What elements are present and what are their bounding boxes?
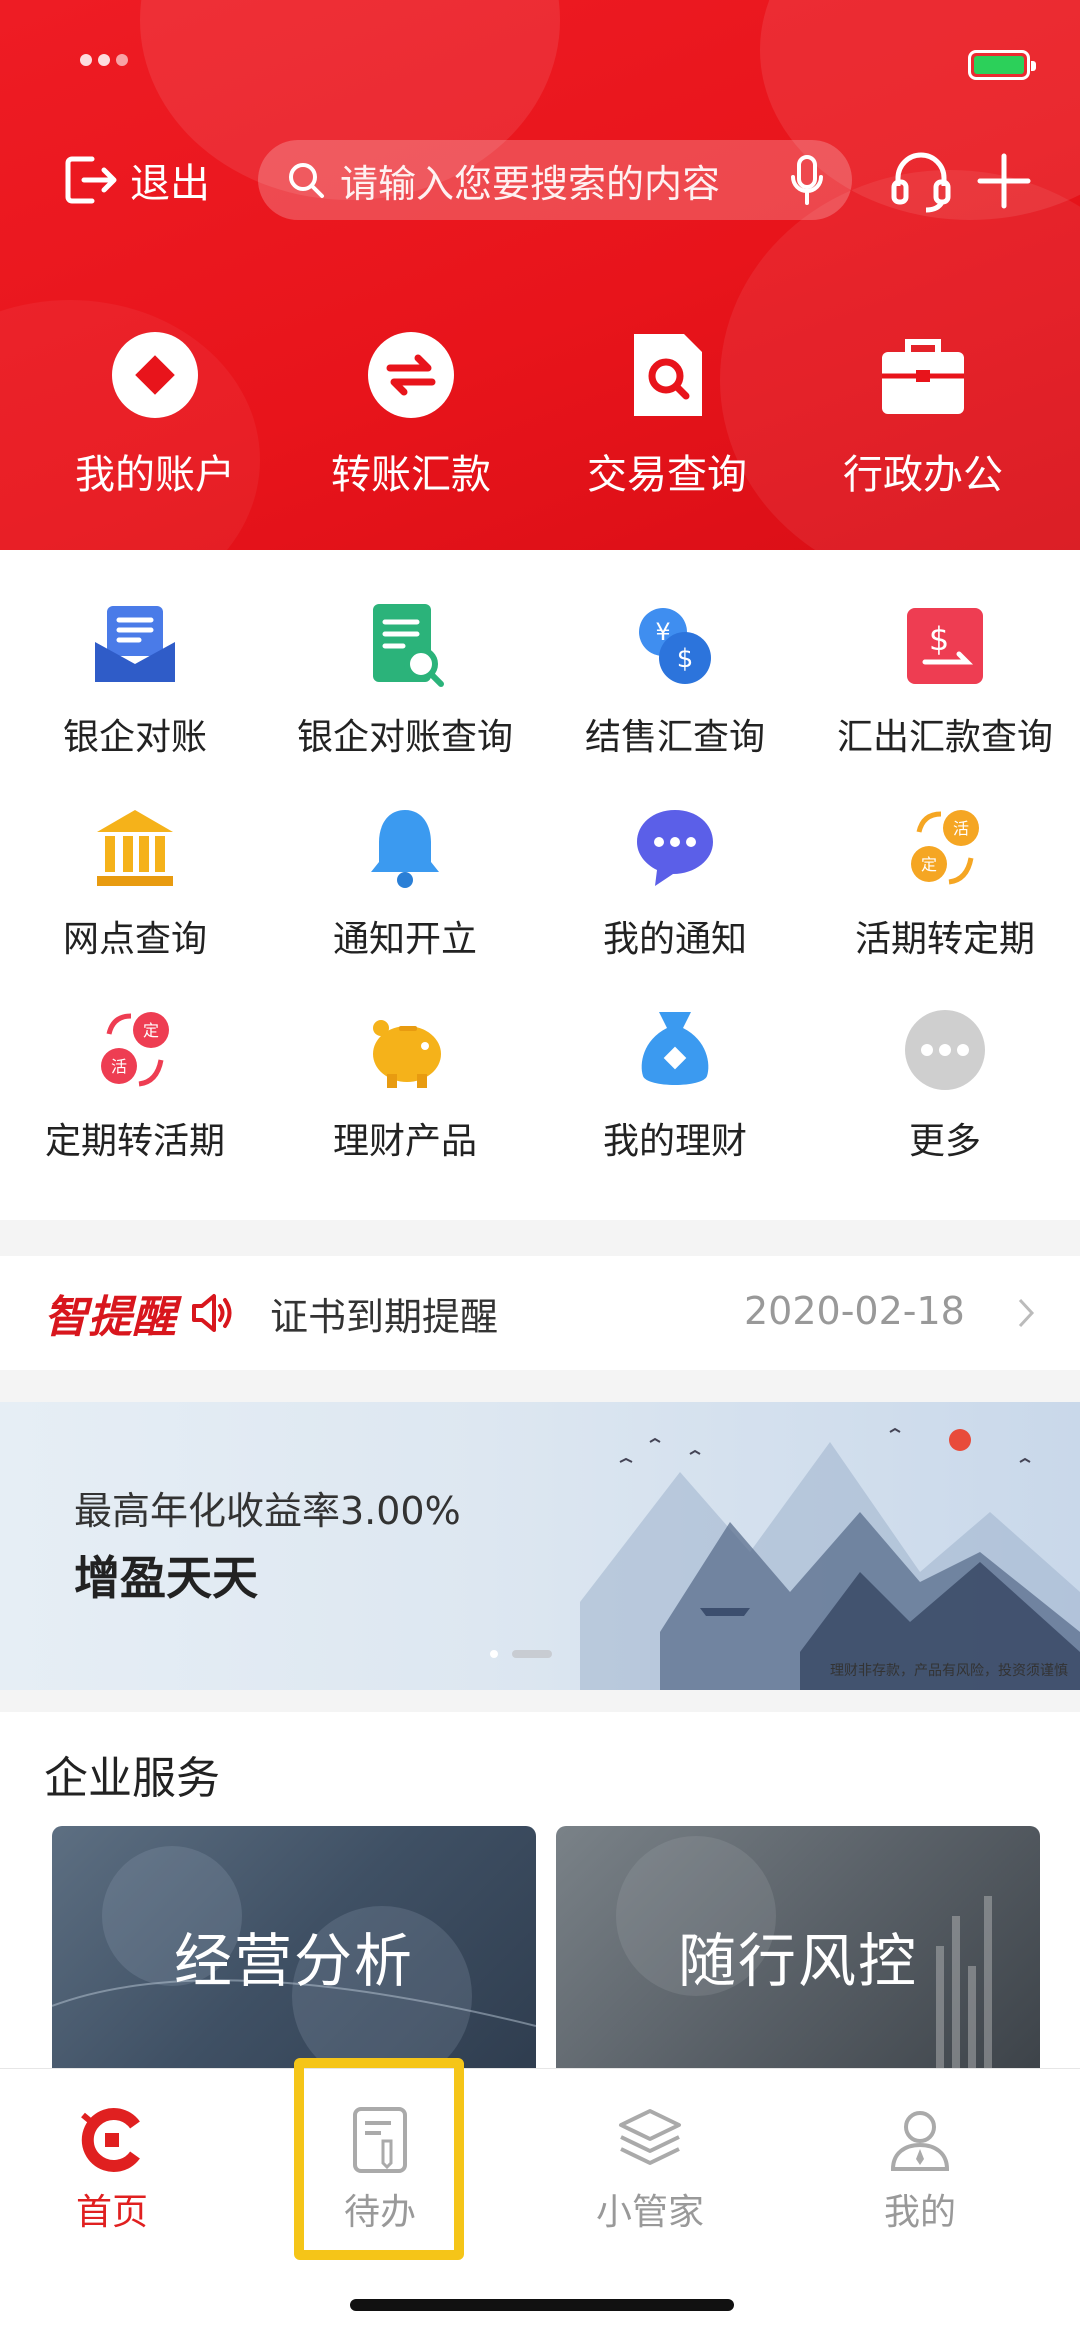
quick-label: 转账汇款 [331, 452, 491, 498]
quick-label: 交易查询 [587, 452, 747, 498]
exit-label: 退出 [130, 161, 210, 207]
quick-label: 我的账户 [75, 452, 235, 498]
microphone-icon[interactable] [790, 155, 824, 205]
svg-text:活: 活 [111, 1057, 127, 1076]
svg-text:¥: ¥ [655, 618, 670, 646]
bell-icon [359, 802, 451, 894]
chevron-right-icon [1018, 1298, 1035, 1328]
grid-item-fx-query[interactable]: ¥ $ 结售汇查询 [540, 600, 810, 760]
grid-item-label: 通知开立 [332, 919, 477, 960]
fixed-to-demand-icon: 定 活 [89, 1004, 181, 1096]
promo-banner[interactable]: 最高年化收益率3.00% 增盈天天 理财非存款，产品有风险，投资须谨慎 [0, 1402, 1080, 1690]
grid-item-bank-reconcile[interactable]: 银企对账 [0, 600, 270, 760]
card-label: 随行风控 [677, 1927, 918, 1995]
account-icon [110, 330, 200, 420]
reconcile-query-icon [359, 600, 451, 692]
section-title: 企业服务 [44, 1753, 220, 1804]
piggy-bank-icon [359, 1004, 451, 1096]
grid-item-branch[interactable]: 网点查询 [0, 802, 270, 962]
card-risk-control[interactable]: 随行风控 [556, 1826, 1040, 2072]
grid-item-label: 我的通知 [602, 919, 747, 960]
reminder-date: 2020-02-18 [744, 1289, 965, 1333]
smart-reminder-bar[interactable]: 智提醒 证书到期提醒 2020-02-18 [0, 1256, 1080, 1370]
transfer-icon [366, 330, 456, 420]
search-input[interactable]: 请输入您要搜索的内容 [258, 140, 852, 220]
status-bar-signal [78, 48, 138, 72]
grid-item-label: 理财产品 [332, 1121, 477, 1162]
outward-remit-icon: $ [899, 600, 991, 692]
briefcase-icon [878, 330, 968, 420]
bank-reconcile-icon [89, 600, 181, 692]
grid-item-label: 银企对账 [62, 717, 207, 758]
tab-label: 我的 [883, 2192, 956, 2233]
fx-query-icon: ¥ $ [629, 600, 721, 692]
grid-item-reconcile-query[interactable]: 银企对账查询 [270, 600, 540, 760]
tab-assistant[interactable]: 小管家 [560, 2105, 740, 2235]
tab-label: 小管家 [595, 2192, 704, 2233]
banner-dot-active [512, 1650, 552, 1658]
battery-icon [968, 50, 1036, 80]
demand-to-fixed-icon: 活 定 [899, 802, 991, 894]
transaction-query-icon [622, 330, 712, 420]
quick-admin-office[interactable]: 行政办公 [793, 330, 1053, 500]
svg-text:$: $ [929, 620, 949, 658]
banner-rate-text: 最高年化收益率3.00% [74, 1489, 461, 1533]
card-business-analysis[interactable]: 经营分析 [52, 1826, 536, 2072]
banner-product-name: 增盈天天 [74, 1551, 258, 1605]
search-icon [289, 163, 324, 198]
tab-mine[interactable]: 我的 [830, 2105, 1010, 2235]
more-icon [899, 1004, 991, 1096]
grid-item-label: 汇出汇款查询 [836, 717, 1053, 758]
grid-item-my-notice[interactable]: 我的通知 [540, 802, 810, 962]
svg-text:$: $ [677, 644, 694, 674]
landscape-illustration [580, 1427, 1080, 1690]
grid-item-label: 银企对账查询 [296, 717, 513, 758]
exit-button[interactable]: 退出 [62, 148, 210, 212]
reminder-brand: 智提醒 [44, 1292, 176, 1343]
grid-item-label: 结售汇查询 [584, 717, 765, 758]
grid-item-my-wealth[interactable]: 我的理财 [540, 1004, 810, 1164]
quick-transfer[interactable]: 转账汇款 [281, 330, 541, 500]
search-placeholder: 请输入您要搜索的内容 [340, 161, 721, 206]
grid-item-wealth-products[interactable]: 理财产品 [270, 1004, 540, 1164]
quick-transaction-query[interactable]: 交易查询 [537, 330, 797, 500]
grid-item-label: 更多 [908, 1121, 981, 1162]
tab-label: 首页 [75, 2192, 148, 2233]
plus-icon[interactable] [976, 148, 1032, 214]
quick-my-account[interactable]: 我的账户 [25, 330, 285, 500]
home-icon [77, 2105, 147, 2175]
grid-item-fixed-to-demand[interactable]: 定 活 定期转活期 [0, 1004, 270, 1164]
home-indicator[interactable] [350, 2299, 734, 2311]
layers-icon [615, 2105, 685, 2175]
branch-icon [89, 802, 181, 894]
header: 退出 请输入您要搜索的内容 我的账户 转账汇款 交易查询 行政办公 [0, 0, 1080, 550]
tab-home[interactable]: 首页 [22, 2105, 202, 2235]
grid-item-notice-open[interactable]: 通知开立 [270, 802, 540, 962]
quick-label: 行政办公 [843, 452, 1003, 498]
banner-risk-note: 理财非存款，产品有风险，投资须谨慎 [830, 1663, 1068, 1679]
enterprise-services: 企业服务 经营分析 随行风控 [0, 1712, 1080, 2072]
svg-text:定: 定 [143, 1021, 159, 1040]
profile-icon [885, 2105, 955, 2175]
grid-item-outward-remit[interactable]: $ 汇出汇款查询 [810, 600, 1080, 760]
svg-text:定: 定 [921, 855, 937, 874]
reminder-text: 证书到期提醒 [270, 1294, 499, 1339]
headset-icon[interactable] [888, 148, 954, 214]
highlight-frame [294, 2058, 464, 2260]
grid-item-label: 网点查询 [62, 919, 207, 960]
chat-icon [629, 802, 721, 894]
speaker-icon [192, 1294, 232, 1332]
money-bag-icon [629, 1004, 721, 1096]
function-grid: 银企对账 银企对账查询 ¥ $ 结售汇查询 $ 汇出汇款查询 网点查询 通知开立… [0, 550, 1080, 1220]
grid-item-label: 活期转定期 [854, 919, 1035, 960]
banner-dot [490, 1650, 498, 1658]
svg-text:活: 活 [953, 819, 969, 838]
logout-icon [65, 156, 117, 204]
grid-item-label: 定期转活期 [44, 1121, 225, 1162]
grid-item-more[interactable]: 更多 [810, 1004, 1080, 1164]
grid-item-label: 我的理财 [602, 1121, 747, 1162]
card-label: 经营分析 [173, 1927, 414, 1995]
grid-item-demand-to-fixed[interactable]: 活 定 活期转定期 [810, 802, 1080, 962]
